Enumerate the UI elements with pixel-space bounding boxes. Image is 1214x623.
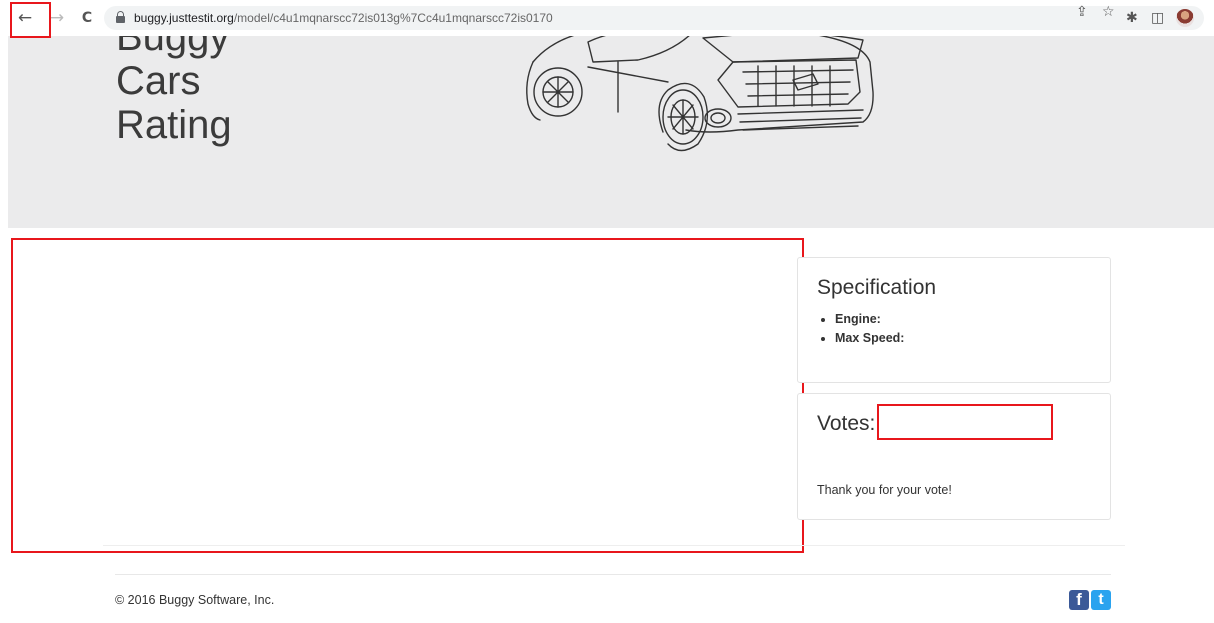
brand-line-2: Cars (116, 59, 201, 103)
brand-line-3: Rating (116, 103, 232, 147)
url-host: buggy.justtestit.org (134, 11, 234, 25)
specification-title: Specification (817, 276, 937, 299)
votes-label: Votes: (817, 412, 876, 435)
back-button-highlight (10, 2, 51, 38)
footer-divider (115, 574, 1111, 575)
vote-confirmation: Thank you for your vote! (817, 483, 952, 497)
engine-item: Engine: (835, 310, 904, 329)
content-area-highlight (11, 238, 804, 553)
sidepanel-icon[interactable]: ◫ (1151, 8, 1164, 28)
votes-count-highlight (877, 404, 1053, 440)
browser-toolbar: ← → C buggy.justtestit.org/model/c4u1mqn… (0, 0, 1214, 36)
address-bar[interactable]: buggy.justtestit.org/model/c4u1mqnarscc7… (104, 6, 1204, 30)
profile-avatar[interactable] (1176, 9, 1194, 27)
site-header: Buggy Cars Rating (8, 36, 1214, 228)
specification-list: Engine: Max Speed: (835, 310, 904, 348)
max-speed-item: Max Speed: (835, 329, 904, 348)
brand-line-1: Buggy (116, 36, 230, 59)
site-brand[interactable]: Buggy Cars Rating (116, 36, 232, 147)
facebook-icon[interactable]: f (1069, 590, 1089, 610)
car-illustration (526, 36, 874, 152)
footer-copyright: © 2016 Buggy Software, Inc. (115, 593, 275, 607)
content-divider (103, 545, 1125, 546)
star-icon[interactable]: ☆ (1102, 2, 1115, 22)
twitter-icon[interactable]: t (1091, 590, 1111, 610)
url-text[interactable]: buggy.justtestit.org/model/c4u1mqnarscc7… (134, 10, 553, 26)
share-icon[interactable]: ⇪ (1076, 2, 1088, 22)
url-path: /model/c4u1mqnarscc72is013g%7Cc4u1mqnars… (233, 11, 553, 25)
reload-icon[interactable]: C (76, 7, 98, 29)
extensions-icon[interactable]: ✱ (1126, 8, 1138, 28)
lock-icon[interactable] (116, 11, 125, 23)
specification-card: Specification Engine: Max Speed: (797, 257, 1111, 383)
